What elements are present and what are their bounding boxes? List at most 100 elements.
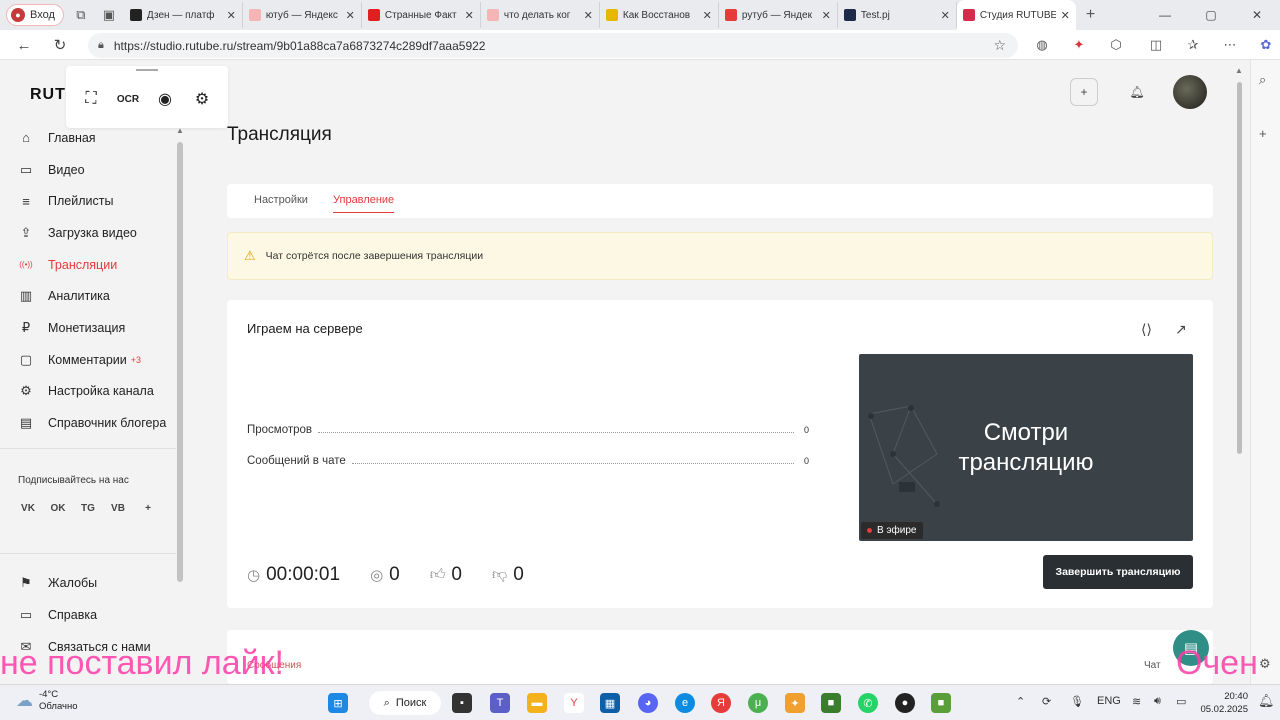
sidebar-item-help[interactable]: ▭ Справка: [18, 599, 176, 631]
language-indicator[interactable]: ENG: [1097, 695, 1121, 707]
browser-tab[interactable]: ютуб — Яндекс ✕: [243, 2, 362, 28]
extensions-puzzle-icon[interactable]: ⬡: [1104, 33, 1128, 57]
user-avatar[interactable]: [1173, 75, 1207, 109]
sidebar-add-icon[interactable]: +: [1259, 126, 1267, 141]
social-link-vk[interactable]: VK: [18, 498, 38, 518]
page-scrollbar[interactable]: ▲: [1234, 66, 1244, 666]
tab-close-icon[interactable]: ✕: [941, 9, 950, 22]
tray-sync-icon[interactable]: ⟳: [1042, 695, 1051, 708]
settings-gear-icon[interactable]: ⚙: [191, 88, 213, 110]
utorrent-icon[interactable]: μ: [748, 693, 768, 713]
volume-icon[interactable]: 🔊︎: [1154, 695, 1161, 708]
teams-icon[interactable]: T: [490, 693, 510, 713]
maximize-button[interactable]: ▢: [1188, 0, 1234, 30]
upload-plus-icon[interactable]: +: [1070, 78, 1098, 106]
tab-close-icon[interactable]: ✕: [227, 9, 236, 22]
discord-icon[interactable]: ◕: [638, 693, 658, 713]
sidebar-item-broadcast[interactable]: ((•)) Трансляции: [18, 249, 176, 281]
rutube-logo[interactable]: RUT: [30, 86, 66, 104]
extension-red-icon[interactable]: ✦: [1067, 33, 1091, 57]
sidebar-item-monetization[interactable]: ₽ Монетизация: [18, 312, 176, 344]
sidebar-item-home[interactable]: ⌂ Главная: [18, 122, 176, 154]
share-icon[interactable]: ⟨⟩: [1141, 321, 1152, 338]
minecraft-launcher-icon[interactable]: ■: [931, 693, 951, 713]
notifications-bell-icon[interactable]: 🔔︎: [1123, 78, 1151, 106]
tab-close-icon[interactable]: ✕: [584, 9, 593, 22]
taskbar-clock[interactable]: 20:40 05.02.2025: [1198, 690, 1248, 716]
browser-tab[interactable]: Дзен — платф ✕: [124, 2, 243, 28]
sidebar-item-flag[interactable]: ⚑ Жалобы: [18, 567, 176, 599]
record-icon[interactable]: ◉: [154, 88, 176, 110]
browser-tab[interactable]: Странные Факт ✕: [362, 2, 481, 28]
tab-close-icon[interactable]: ✕: [346, 9, 355, 22]
minimize-button[interactable]: —: [1142, 0, 1188, 30]
sidebar-item-analytics[interactable]: ▥ Аналитика: [18, 280, 176, 312]
edge-icon[interactable]: e: [675, 693, 695, 713]
social-link-ok[interactable]: OK: [48, 498, 68, 518]
obs-icon[interactable]: ●: [895, 693, 915, 713]
reload-button[interactable]: ↻: [46, 32, 74, 58]
whatsapp-icon[interactable]: ✆: [858, 693, 878, 713]
end-stream-button[interactable]: Завершить трансляцию: [1043, 555, 1193, 589]
taskbar-search[interactable]: ⌕ Поиск: [369, 691, 441, 715]
new-tab-button[interactable]: +: [1086, 6, 1095, 24]
more-menu-icon[interactable]: ⋯: [1218, 33, 1242, 57]
open-external-icon[interactable]: ↗: [1175, 321, 1187, 338]
profile-button[interactable]: ● Вход: [6, 4, 64, 26]
store-icon[interactable]: ▦: [600, 693, 620, 713]
tab-close-icon[interactable]: ✕: [1061, 9, 1070, 22]
nav-scroll-up-icon[interactable]: ▲: [176, 126, 184, 135]
page-scroll-thumb[interactable]: [1237, 82, 1242, 454]
app-icon[interactable]: ✦: [785, 693, 805, 713]
microphone-icon[interactable]: 🎙︎: [1070, 695, 1084, 708]
browser-tab[interactable]: рутуб — Яндек ✕: [719, 2, 838, 28]
sidebar-item-settings[interactable]: ⚙ Настройка канала: [18, 376, 176, 408]
sidebar-item-upload[interactable]: ⇪ Загрузка видео: [18, 217, 176, 249]
tab-management[interactable]: Управление: [333, 194, 395, 213]
split-screen-icon[interactable]: ◫: [1144, 33, 1168, 57]
browser-tab[interactable]: Как Восстанов ✕: [600, 2, 719, 28]
close-window-button[interactable]: ✕: [1234, 0, 1280, 30]
social-link-more[interactable]: +: [138, 498, 158, 518]
extension-icon[interactable]: ◍: [1030, 33, 1054, 57]
minecraft-icon[interactable]: ■: [821, 693, 841, 713]
start-windows-icon[interactable]: ⊞: [328, 693, 348, 713]
tab-settings[interactable]: Настройки: [254, 194, 308, 206]
nav-scroll-thumb[interactable]: [177, 142, 183, 582]
social-link-vb[interactable]: VB: [108, 498, 128, 518]
file-explorer-icon[interactable]: ▬: [527, 693, 547, 713]
sidebar-item-comments[interactable]: ▢ Комментарии +3: [18, 344, 176, 376]
favorites-icon[interactable]: ✰: [1181, 33, 1205, 57]
tab-close-icon[interactable]: ✕: [703, 9, 712, 22]
favorite-star-icon[interactable]: ☆: [993, 37, 1006, 54]
tray-chevron-icon[interactable]: ⌃: [1016, 695, 1025, 708]
weather-widget[interactable]: ☁ -4°C Облачно: [16, 689, 78, 713]
capture-area-icon[interactable]: ⛶: [80, 88, 102, 110]
copilot-icon[interactable]: ✿: [1254, 33, 1278, 57]
sidebar-item-playlist[interactable]: ≡ Плейлисты: [18, 185, 176, 217]
notification-bell-icon[interactable]: 🔔︎: [1258, 693, 1275, 709]
url-field[interactable]: 🔒︎ https://studio.rutube.ru/stream/9b01a…: [88, 33, 1018, 58]
tab-actions-icon[interactable]: ▣: [98, 4, 120, 26]
chat-label[interactable]: Чат: [1144, 660, 1161, 671]
sidebar-search-icon[interactable]: ⌕: [1259, 72, 1266, 88]
drag-handle[interactable]: [136, 69, 158, 71]
sidebar-item-book[interactable]: ▤ Справочник блогера: [18, 407, 176, 439]
browser-tab[interactable]: что делать ког ✕: [481, 2, 600, 28]
tab-close-icon[interactable]: ✕: [465, 9, 474, 22]
sidebar-item-video[interactable]: ▭ Видео: [18, 154, 176, 186]
back-button[interactable]: ←: [10, 32, 38, 58]
tab-close-icon[interactable]: ✕: [822, 9, 831, 22]
browser-tab[interactable]: Test.pj ✕: [838, 2, 957, 28]
workspaces-icon[interactable]: ⧉: [70, 4, 92, 26]
nav-scrollbar[interactable]: ▲: [176, 126, 184, 582]
stream-preview[interactable]: Смотри трансляцию В эфире: [859, 354, 1193, 541]
browser-tab[interactable]: Студия RUTUBE ✕: [956, 0, 1076, 30]
social-link-tg[interactable]: TG: [78, 498, 98, 518]
ocr-icon[interactable]: OCR: [117, 88, 139, 110]
wifi-icon[interactable]: ≋: [1132, 695, 1141, 708]
yandex-icon[interactable]: Я: [711, 693, 731, 713]
scroll-up-arrow-icon[interactable]: ▲: [1235, 66, 1243, 75]
yandex-browser-icon[interactable]: Y: [564, 693, 584, 713]
task-view-icon[interactable]: ▪: [452, 693, 472, 713]
